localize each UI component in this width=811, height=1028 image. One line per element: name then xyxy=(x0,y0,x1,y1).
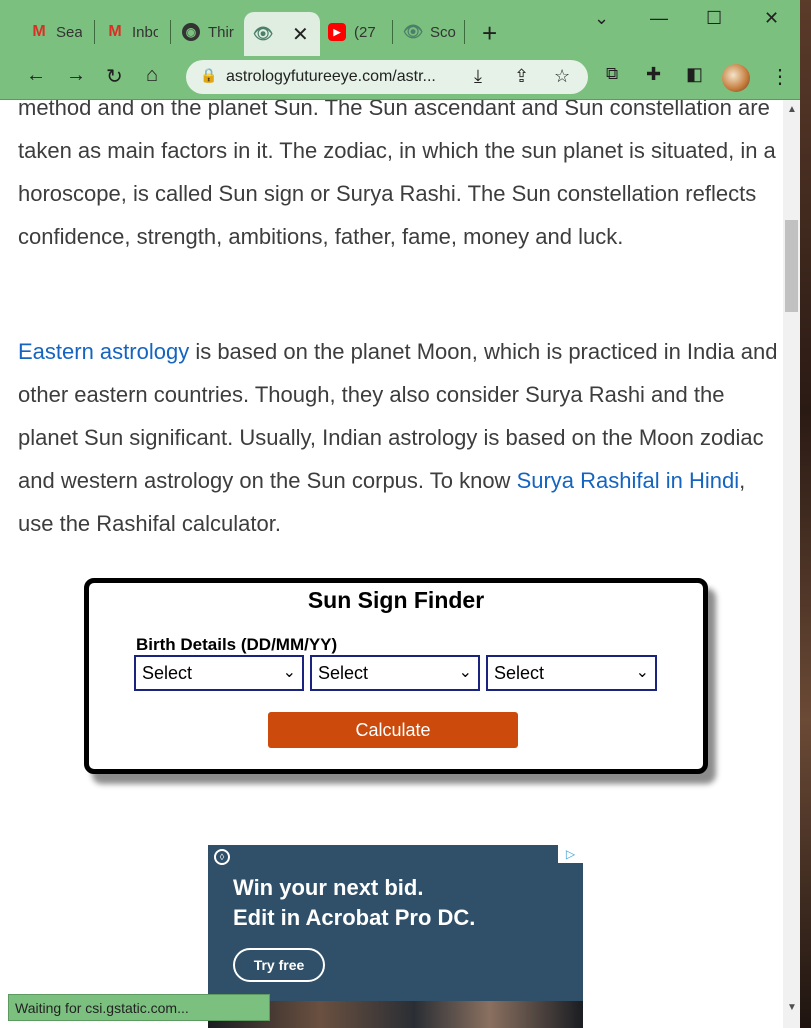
scroll-down-arrow-icon[interactable]: ▼ xyxy=(787,1002,797,1013)
scroll-up-arrow-icon[interactable]: ▲ xyxy=(787,104,797,115)
sun-sign-finder-widget: Sun Sign Finder Birth Details (DD/MM/YY)… xyxy=(84,578,708,774)
tab-separator xyxy=(464,20,465,44)
bookmark-star-icon[interactable]: ☆ xyxy=(554,66,570,87)
eye-icon: 👁 xyxy=(252,26,274,43)
tab-strip: M Sea M Inbo ◉ Thir 👁 ✕ ▶ (27 👁 Sco + ⌄ … xyxy=(0,0,800,56)
desktop-background xyxy=(800,0,811,1028)
home-button[interactable]: ⌂ xyxy=(146,64,158,87)
maximize-button[interactable]: ☐ xyxy=(706,8,722,29)
finder-title: Sun Sign Finder xyxy=(307,587,485,613)
tab-gmail-search[interactable]: M Sea xyxy=(20,12,92,52)
page-content: method and on the planet Sun. The Sun as… xyxy=(0,100,783,1028)
ad-try-free-button[interactable]: Try free xyxy=(233,948,325,982)
article-paragraph: method and on the planet Sun. The Sun as… xyxy=(18,100,776,249)
tab-title: Thir xyxy=(208,23,234,41)
back-button[interactable]: ← xyxy=(26,64,46,87)
close-tab-icon[interactable]: ✕ xyxy=(292,22,309,47)
gmail-icon: M xyxy=(32,23,46,40)
day-select[interactable]: Select ⌄ xyxy=(134,655,304,691)
scrollbar-thumb[interactable] xyxy=(785,220,798,312)
forward-button[interactable]: → xyxy=(66,64,86,87)
ad-headline: Win your next bid. xyxy=(233,875,424,900)
ad-shield-icon: ◊ xyxy=(214,849,230,865)
year-select[interactable]: Select ⌄ xyxy=(486,655,657,691)
cast-icon[interactable]: ⧉ xyxy=(606,64,618,84)
minimize-button[interactable]: — xyxy=(650,8,668,29)
tab-title: Sea xyxy=(56,23,82,41)
browser-window: M Sea M Inbo ◉ Thir 👁 ✕ ▶ (27 👁 Sco + ⌄ … xyxy=(0,0,800,1028)
gmail-icon: M xyxy=(108,23,122,40)
url-text: astrologyfutureeye.com/astr... xyxy=(226,68,436,85)
profile-avatar[interactable] xyxy=(722,64,750,92)
birth-details-label: Birth Details (DD/MM/YY) xyxy=(136,635,338,654)
chevron-down-icon: ⌄ xyxy=(635,664,649,681)
menu-kebab-icon[interactable]: ⋮ xyxy=(770,64,790,89)
tab-active-astrology[interactable]: 👁 ✕ xyxy=(244,12,320,56)
ad-subheadline: Edit in Acrobat Pro DC. xyxy=(233,905,476,930)
lock-icon: 🔒 xyxy=(200,67,218,83)
eye-icon: 👁 xyxy=(402,24,424,41)
extensions-puzzle-icon[interactable]: ✚ xyxy=(646,64,661,85)
chevron-down-icon: ⌄ xyxy=(458,664,472,681)
tab-separator xyxy=(392,20,393,44)
surya-rashifal-link[interactable]: Surya Rashifal in Hindi xyxy=(517,468,740,493)
tab-gmail-inbox[interactable]: M Inbo xyxy=(96,12,168,52)
calculate-button[interactable]: Calculate xyxy=(268,712,518,748)
new-tab-button[interactable]: + xyxy=(482,18,497,49)
tab-youtube[interactable]: ▶ (27 xyxy=(318,12,390,52)
day-select-value: Select xyxy=(142,663,193,683)
chevron-down-icon: ⌄ xyxy=(282,664,296,681)
status-bubble: Waiting for csi.gstatic.com... xyxy=(8,994,270,1021)
reload-button[interactable]: ↻ xyxy=(106,64,123,89)
side-panel-icon[interactable]: ◧ xyxy=(686,64,703,85)
eastern-astrology-link[interactable]: Eastern astrology xyxy=(18,339,189,364)
globe-icon: ◉ xyxy=(182,23,200,41)
tab-title: Sco xyxy=(430,23,456,41)
tab-title: (27 xyxy=(354,23,376,41)
youtube-icon: ▶ xyxy=(328,23,346,41)
month-select[interactable]: Select ⌄ xyxy=(310,655,480,691)
share-icon[interactable]: ⇪ xyxy=(514,66,529,87)
tab-score[interactable]: 👁 Sco xyxy=(394,12,464,52)
year-select-value: Select xyxy=(494,663,545,683)
tab-third[interactable]: ◉ Thir xyxy=(172,12,242,52)
vertical-scrollbar[interactable]: ▲ ▼ xyxy=(783,100,800,1028)
tab-search-chevron-icon[interactable]: ⌄ xyxy=(594,8,609,29)
month-select-value: Select xyxy=(318,663,369,683)
tab-separator xyxy=(94,20,95,44)
close-window-button[interactable]: ✕ xyxy=(764,8,779,29)
browser-toolbar: ← → ↻ ⌂ 🔒 astrologyfutureeye.com/astr...… xyxy=(0,56,800,100)
tab-separator xyxy=(170,20,171,44)
address-bar[interactable]: 🔒 astrologyfutureeye.com/astr... ⤓ ⇪ ☆ xyxy=(186,60,588,94)
tab-title: Inbo xyxy=(132,23,158,41)
adchoices-icon[interactable]: ▷ xyxy=(558,845,583,863)
article-paragraph: Eastern astrology is based on the planet… xyxy=(18,330,778,545)
install-app-icon[interactable]: ⤓ xyxy=(474,66,482,87)
